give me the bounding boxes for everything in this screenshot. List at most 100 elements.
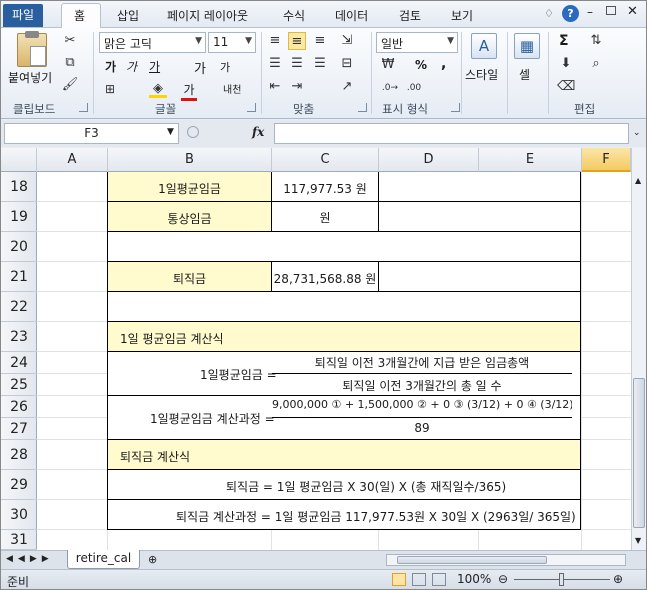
column-header-d[interactable]: D [379, 148, 479, 172]
tab-home[interactable]: 홈 [74, 7, 85, 24]
italic-button[interactable]: 가 [126, 58, 137, 75]
scroll-thumb[interactable] [633, 378, 645, 528]
zoom-slider-handle[interactable] [559, 573, 564, 586]
column-header-a[interactable]: A [37, 148, 108, 172]
cell-c19[interactable]: 원 [271, 201, 379, 232]
formula-bar-toggle-icon[interactable] [187, 126, 199, 138]
window-restore-icon[interactable] [606, 6, 616, 15]
cell-b20-merged[interactable] [107, 231, 581, 262]
shrink-font-button[interactable]: 가 [220, 59, 230, 75]
normal-view-icon[interactable] [392, 573, 406, 586]
zoom-in-icon[interactable]: ⊕ [613, 572, 623, 586]
underline-button[interactable]: 가 [149, 58, 160, 75]
merge-center-icon[interactable]: ⊟ [338, 55, 356, 73]
row-header-23[interactable]: 23 [1, 322, 37, 352]
select-all-corner[interactable] [1, 148, 37, 172]
row-header-18[interactable]: 18 [1, 172, 37, 202]
cell-d19[interactable] [378, 201, 581, 232]
cell-b24-formula[interactable]: 1일평균임금 = 퇴직일 이전 3개월간에 지급 받은 임금총액 퇴직일 이전 … [107, 351, 581, 396]
page-layout-view-icon[interactable] [412, 573, 426, 586]
horizontal-scrollbar[interactable] [386, 554, 626, 566]
align-center-icon[interactable]: ☰ [288, 55, 306, 73]
autosum-button[interactable]: Σ [559, 33, 569, 49]
row-header-28[interactable]: 28 [1, 440, 37, 470]
insert-sheet-icon[interactable]: ⊕ [148, 553, 157, 566]
cell-b19[interactable]: 통상임금 [107, 201, 272, 232]
row-header-20[interactable]: 20 [1, 232, 37, 262]
border-icon[interactable]: ⊞ [101, 80, 119, 98]
decrease-decimal-icon[interactable]: .00 [405, 79, 423, 97]
cell-c18[interactable]: 117,977.53 원 [271, 172, 379, 202]
format-painter-icon[interactable]: 🖌 [61, 76, 79, 94]
tab-data[interactable]: 데이터 [335, 7, 368, 24]
font-name-combo[interactable]: 맑은 고딕 ▼ [99, 32, 206, 53]
tab-file[interactable]: 파일 [3, 4, 43, 27]
cell-c21[interactable]: 28,731,568.88 원 [271, 261, 379, 292]
row-header-21[interactable]: 21 [1, 262, 37, 292]
tab-insert[interactable]: 삽입 [117, 7, 139, 24]
clear-icon[interactable]: ⌫ [557, 78, 575, 96]
row-header-30[interactable]: 30 [1, 500, 37, 530]
cell-b22-merged[interactable] [107, 291, 581, 322]
cell-b21[interactable]: 퇴직금 [107, 261, 272, 292]
insert-function-button[interactable]: fx [252, 125, 264, 139]
sheet-tab-retire-cal[interactable]: retire_cal [67, 550, 140, 569]
font-color-button[interactable]: 가 [181, 81, 197, 101]
cell-d18[interactable] [378, 172, 581, 202]
bold-button[interactable]: 가 [105, 58, 116, 75]
row-header-24[interactable]: 24 [1, 352, 37, 374]
cut-icon[interactable]: ✂ [61, 32, 79, 50]
name-box-dropdown-icon[interactable]: ▼ [167, 127, 174, 137]
find-select-icon[interactable]: ⌕ [587, 55, 605, 73]
fill-color-icon[interactable]: ◈ [149, 80, 167, 98]
number-format-combo[interactable]: 일반 ▼ [376, 32, 458, 53]
zoom-level[interactable]: 100% [457, 572, 491, 586]
name-box[interactable]: F3 [4, 123, 179, 144]
row-header-22[interactable]: 22 [1, 292, 37, 322]
sort-filter-icon[interactable]: ⇅ [587, 32, 605, 50]
scroll-up-icon[interactable]: ▲ [635, 176, 641, 185]
font-launcher-icon[interactable] [247, 103, 256, 112]
column-header-f[interactable]: F [582, 148, 631, 172]
cells-icon[interactable]: ▦ [514, 33, 540, 59]
cell-b23-merged[interactable]: 1일 평균임금 계산식 [107, 321, 581, 352]
alignment-launcher-icon[interactable] [358, 103, 367, 112]
phonetic-button[interactable]: 내천 [223, 81, 241, 96]
zoom-out-icon[interactable]: ⊖ [498, 572, 508, 586]
horizontal-scroll-thumb[interactable] [397, 556, 547, 564]
orientation-icon[interactable]: ↗ [338, 78, 356, 96]
currency-icon[interactable]: ₩ [379, 56, 397, 74]
clipboard-launcher-icon[interactable] [79, 103, 88, 112]
column-header-b[interactable]: B [108, 148, 272, 172]
cell-d21[interactable] [378, 261, 581, 292]
formula-input[interactable] [274, 123, 629, 144]
increase-indent-icon[interactable]: ⇥ [288, 78, 306, 96]
minimize-ribbon-icon[interactable]: ♢ [544, 7, 554, 20]
row-header-31[interactable]: 31 [1, 530, 37, 550]
comma-button[interactable]: , [441, 56, 446, 72]
grow-font-button[interactable]: 가 [194, 58, 206, 77]
percent-button[interactable]: % [415, 58, 427, 72]
align-bottom-icon[interactable]: ≡ [311, 32, 329, 50]
align-middle-icon[interactable]: ≡ [288, 32, 306, 50]
paste-button[interactable]: 붙여넣기 [8, 69, 52, 86]
number-launcher-icon[interactable] [451, 103, 460, 112]
row-header-26[interactable]: 26 [1, 396, 37, 418]
window-minimize-icon[interactable]: – [587, 5, 593, 19]
row-header-27[interactable]: 27 [1, 418, 37, 440]
vertical-scrollbar[interactable]: ▲ ▼ [631, 148, 646, 550]
cell-b28-merged[interactable]: 퇴직금 계산식 [107, 439, 581, 470]
align-left-icon[interactable]: ☰ [266, 55, 284, 73]
tab-formulas[interactable]: 수식 [283, 7, 305, 24]
scroll-down-icon[interactable]: ▼ [635, 536, 641, 545]
cells-button[interactable]: 셀 [519, 66, 530, 83]
fill-icon[interactable]: ⬇ [557, 55, 575, 73]
column-header-e[interactable]: E [479, 148, 582, 172]
expand-formula-icon[interactable]: ⌄ [633, 128, 641, 138]
help-icon[interactable]: ? [562, 5, 579, 22]
window-close-icon[interactable]: ✕ [627, 4, 638, 19]
paste-icon[interactable] [17, 31, 47, 67]
page-break-view-icon[interactable] [432, 573, 446, 586]
styles-button[interactable]: 스타일 [465, 66, 498, 83]
column-header-c[interactable]: C [272, 148, 379, 172]
